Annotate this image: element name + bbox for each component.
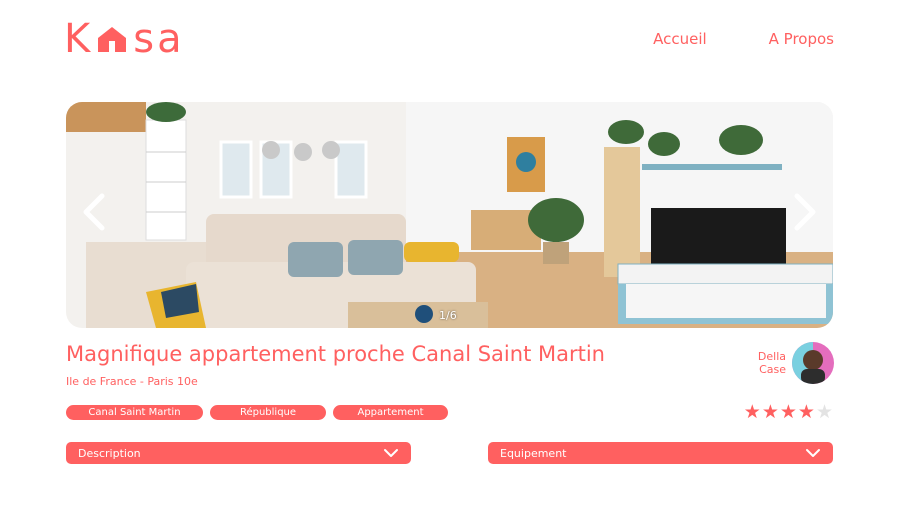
host-info: Della Case — [750, 342, 834, 384]
star-filled-icon: ★ — [779, 401, 797, 423]
equipment-collapse[interactable]: Equipement — [488, 442, 833, 464]
logo-letter-a: a — [157, 16, 183, 62]
listing-location: Ile de France - Paris 10e — [66, 375, 198, 388]
chevron-left-icon[interactable] — [76, 192, 112, 232]
house-icon — [98, 27, 127, 52]
host-name: Della Case — [750, 350, 786, 376]
chevron-down-icon — [384, 449, 398, 457]
logo[interactable]: K s a — [64, 18, 183, 60]
carousel-counter: 1/6 — [439, 309, 457, 322]
tag-list: Canal Saint Martin République Appartemen… — [66, 405, 448, 420]
host-photo — [792, 342, 834, 384]
tag-canal-saint-martin: Canal Saint Martin — [66, 405, 203, 420]
star-filled-icon: ★ — [761, 401, 779, 423]
avatar — [792, 342, 834, 384]
host-last-name: Case — [759, 363, 786, 376]
star-filled-icon: ★ — [743, 401, 761, 423]
rating-stars: ★ ★ ★ ★ ★ — [744, 401, 833, 423]
description-collapse[interactable]: Description — [66, 442, 411, 464]
chevron-right-icon[interactable] — [787, 192, 823, 232]
description-label: Description — [78, 446, 141, 460]
host-first-name: Della — [757, 350, 786, 363]
apartment-photo — [66, 102, 833, 328]
logo-letter-s: s — [133, 16, 156, 62]
nav-a-propos[interactable]: A Propos — [769, 30, 834, 48]
nav-accueil[interactable]: Accueil — [653, 30, 707, 48]
logo-letter-k: K — [64, 16, 92, 62]
chevron-down-icon — [806, 449, 820, 457]
main-nav: Accueil A Propos — [653, 30, 834, 48]
tag-republique: République — [210, 405, 326, 420]
star-empty-icon: ★ — [815, 401, 833, 423]
photo-carousel: 1/6 — [66, 102, 833, 328]
equipment-label: Equipement — [500, 446, 567, 460]
tag-appartement: Appartement — [333, 405, 448, 420]
star-filled-icon: ★ — [797, 401, 815, 423]
listing-title: Magnifique appartement proche Canal Sain… — [66, 342, 605, 366]
